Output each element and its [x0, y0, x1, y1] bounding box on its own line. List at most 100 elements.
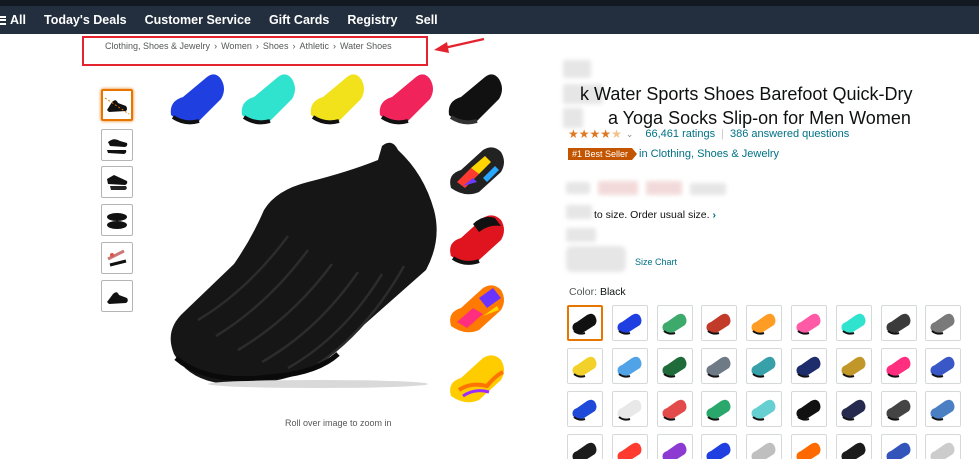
color-swatch[interactable] — [567, 434, 603, 459]
nav-gift-cards[interactable]: Gift Cards — [260, 6, 338, 34]
nav-all[interactable]: All — [0, 6, 35, 34]
shoe-swatch-icon — [841, 442, 866, 459]
shoe-swatch-icon — [841, 313, 866, 335]
shoe-thumb-icon — [107, 213, 127, 229]
color-swatch[interactable] — [835, 391, 872, 427]
rating-row: ★ ★ ★ ★ ★ ⌄ 66,461 ratings | 386 answered qu… — [568, 128, 849, 140]
color-swatch[interactable] — [925, 434, 962, 459]
color-swatch[interactable] — [701, 348, 738, 384]
blurred-size-select[interactable] — [566, 246, 626, 272]
thumbnail-5[interactable] — [101, 242, 133, 274]
color-swatch[interactable] — [656, 391, 693, 427]
breadcrumb-athletic[interactable]: Athletic — [299, 41, 329, 51]
color-swatch[interactable] — [701, 305, 738, 341]
color-swatch[interactable] — [835, 305, 872, 341]
ratings-link[interactable]: 66,461 ratings — [645, 128, 715, 140]
color-swatch[interactable] — [925, 305, 962, 341]
shoe-swatch-icon — [662, 313, 687, 335]
color-swatch[interactable] — [656, 348, 693, 384]
side-shoe-yellow-wave-icon[interactable] — [443, 346, 515, 408]
breadcrumb-shoes[interactable]: Shoes — [263, 41, 289, 51]
color-swatch[interactable] — [791, 391, 827, 427]
color-swatch[interactable] — [880, 391, 917, 427]
breadcrumb-separator: › — [255, 41, 259, 51]
side-shoe-rainbow-icon[interactable] — [443, 138, 515, 200]
color-swatch[interactable] — [880, 348, 917, 384]
nav-registry[interactable]: Registry — [338, 6, 406, 34]
color-swatch[interactable] — [791, 434, 827, 459]
color-swatch[interactable] — [567, 348, 603, 384]
chevron-down-icon[interactable]: ⌄ — [626, 129, 634, 140]
shoe-swatch-icon — [662, 442, 687, 459]
best-seller-category-link[interactable]: in Clothing, Shoes & Jewelry — [639, 148, 779, 160]
color-swatch[interactable] — [611, 391, 648, 427]
shoe-swatch-icon — [796, 442, 821, 459]
blurred-brand — [563, 60, 591, 78]
breadcrumb-clothing[interactable]: Clothing, Shoes & Jewelry — [105, 41, 210, 51]
color-swatch[interactable] — [791, 305, 827, 341]
strip-shoe-aqua-icon[interactable] — [236, 65, 306, 129]
side-shoe-sunset-icon[interactable] — [443, 276, 515, 338]
color-swatch[interactable] — [746, 348, 783, 384]
shoe-swatch-icon — [796, 399, 821, 421]
shoe-thumb-icon — [104, 97, 130, 115]
color-swatch[interactable] — [567, 305, 603, 341]
size-note-chevron-icon[interactable]: › — [712, 209, 716, 221]
color-swatch[interactable] — [701, 391, 738, 427]
size-chart-link[interactable]: Size Chart — [635, 257, 677, 267]
color-swatch[interactable] — [746, 305, 783, 341]
color-swatch[interactable] — [611, 434, 648, 459]
color-swatch[interactable] — [611, 348, 648, 384]
thumbnail-4[interactable] — [101, 204, 133, 236]
color-swatch[interactable] — [701, 434, 738, 459]
color-swatch[interactable] — [611, 305, 648, 341]
main-product-image[interactable] — [168, 140, 440, 388]
shoe-swatch-icon — [617, 399, 642, 421]
breadcrumb-water-shoes[interactable]: Water Shoes — [340, 41, 392, 51]
nav-todays-deals[interactable]: Today's Deals — [35, 6, 136, 34]
breadcrumb-separator: › — [292, 41, 296, 51]
color-swatch[interactable] — [835, 434, 872, 459]
color-swatch[interactable] — [567, 391, 603, 427]
shoe-swatch-icon — [617, 442, 642, 459]
shoe-thumb-icon — [107, 249, 127, 267]
thumbnail-2[interactable] — [101, 129, 133, 161]
shoe-swatch-icon — [617, 356, 642, 378]
shoe-swatch-icon — [751, 442, 776, 459]
color-swatch[interactable] — [656, 434, 693, 459]
color-label-value: Black — [599, 286, 626, 298]
nav-customer-service[interactable]: Customer Service — [136, 6, 260, 34]
color-swatch[interactable] — [746, 391, 783, 427]
color-swatch[interactable] — [880, 305, 917, 341]
strip-shoe-pink-icon[interactable] — [374, 65, 444, 129]
shoe-swatch-icon — [706, 442, 731, 459]
side-shoe-red-icon[interactable] — [443, 206, 515, 268]
shoe-thumb-icon — [107, 292, 128, 304]
thumbnail-3[interactable] — [101, 166, 133, 198]
color-swatch[interactable] — [835, 348, 872, 384]
strip-shoe-black-icon[interactable] — [443, 65, 513, 129]
breadcrumb-women[interactable]: Women — [221, 41, 252, 51]
color-swatch[interactable] — [925, 391, 962, 427]
zoom-hint: Roll over image to zoom in — [285, 418, 392, 428]
color-swatch[interactable] — [791, 348, 827, 384]
thumbnail-1[interactable] — [101, 89, 133, 121]
blurred-price-c — [646, 181, 682, 195]
shoe-swatch-icon — [930, 442, 955, 459]
shoe-swatch-icon — [841, 356, 866, 378]
hamburger-icon — [0, 15, 6, 25]
divider: | — [721, 128, 724, 140]
strip-shoe-yellow-icon[interactable] — [305, 65, 375, 129]
color-swatch[interactable] — [746, 434, 783, 459]
blurred-fit-prefix — [566, 205, 592, 219]
best-seller-badge[interactable]: #1 Best Seller — [568, 148, 638, 160]
color-swatch[interactable] — [656, 305, 693, 341]
color-swatch[interactable] — [925, 348, 962, 384]
color-swatch[interactable] — [880, 434, 917, 459]
answered-questions-link[interactable]: 386 answered questions — [730, 128, 849, 140]
strip-shoe-blue-icon[interactable] — [165, 65, 235, 129]
nav-sell[interactable]: Sell — [406, 6, 446, 34]
shoe-swatch-icon — [796, 313, 821, 335]
thumbnail-6[interactable] — [101, 280, 133, 312]
star-rating-icon[interactable]: ★ ★ ★ ★ ★ — [568, 128, 622, 140]
